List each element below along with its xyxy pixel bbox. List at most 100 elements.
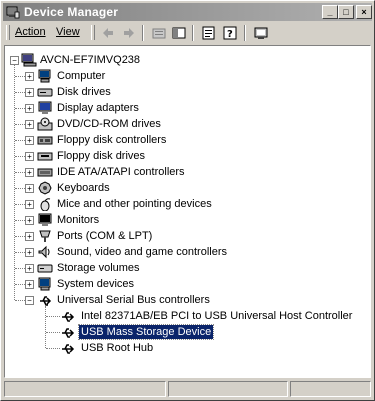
tree-category-label: Mice and other pointing devices — [57, 198, 212, 210]
tree-connector — [46, 316, 60, 317]
floppy-icon — [37, 152, 53, 161]
usb-device-icon — [62, 328, 75, 338]
device-manager-icon — [6, 6, 20, 19]
tree-category-item[interactable]: + System devices — [5, 276, 365, 292]
expander-button[interactable]: + — [25, 232, 34, 241]
toolbar-separator — [192, 25, 194, 41]
computer-icon — [38, 69, 51, 83]
tree-connector — [46, 332, 60, 333]
tree-category-item[interactable]: + Ports (COM & LPT) — [5, 228, 365, 244]
tree-category-item[interactable]: + Computer — [5, 68, 365, 84]
tree-category-label: Disk drives — [57, 86, 111, 98]
tree-category-item[interactable]: + Display adapters — [5, 100, 365, 116]
tree-category-item[interactable]: + Disk drives — [5, 84, 365, 100]
expander-button[interactable]: + — [25, 248, 34, 257]
close-button[interactable]: × — [356, 5, 372, 19]
tree-category-label: Floppy disk drives — [57, 150, 146, 162]
tree-category-item[interactable]: + IDE ATA/ATAPI controllers — [5, 164, 365, 180]
show-hide-tree-icon[interactable] — [171, 25, 187, 41]
usb-device-icon — [62, 344, 75, 354]
root-computer-icon — [21, 53, 37, 67]
tree-category-item[interactable]: + DVD/CD-ROM drives — [5, 116, 365, 132]
menu-action[interactable]: Action — [15, 26, 46, 38]
tree-category-label: Storage volumes — [57, 262, 140, 274]
expander-button[interactable]: + — [25, 200, 34, 209]
expander-button[interactable]: + — [25, 104, 34, 113]
tree-category-label: IDE ATA/ATAPI controllers — [57, 166, 185, 178]
mouse-icon — [40, 198, 51, 211]
expander-button[interactable]: − — [25, 296, 34, 305]
usb-icon — [40, 296, 52, 306]
tree-category-label: Floppy disk controllers — [57, 134, 167, 146]
tree-root-label: AVCN-EF7IMVQ238 — [40, 54, 141, 66]
display-adapter-icon — [38, 101, 52, 114]
cdrom-icon — [37, 117, 53, 131]
tree-category-label: Keyboards — [57, 182, 110, 194]
tree-category-label: System devices — [57, 278, 135, 290]
tree-category-item[interactable]: + Floppy disk drives — [5, 148, 365, 164]
tree-category-label: Sound, video and game controllers — [57, 246, 227, 258]
tree-category-item[interactable]: + Monitors — [5, 212, 365, 228]
maximize-button[interactable]: □ — [338, 5, 354, 19]
minimize-button[interactable]: _ — [322, 5, 338, 19]
status-bar — [4, 381, 371, 397]
scan-hardware-icon[interactable] — [253, 25, 269, 41]
forward-icon[interactable] — [121, 25, 137, 41]
help-icon[interactable]: ? — [222, 25, 238, 41]
usb-device-label: USB Root Hub — [81, 342, 154, 354]
tree-category-label: DVD/CD-ROM drives — [57, 118, 161, 130]
usb-device-item[interactable]: USB Mass Storage Device — [5, 324, 365, 340]
expander-button[interactable]: + — [25, 152, 34, 161]
expander-button[interactable]: + — [25, 88, 34, 97]
expander-button[interactable]: + — [25, 120, 34, 129]
window-title: Device Manager — [24, 5, 119, 19]
usb-device-label: USB Mass Storage Device — [77, 324, 215, 340]
back-icon[interactable] — [100, 25, 116, 41]
expander-button[interactable]: + — [25, 264, 34, 273]
menu-toolbar: Action View ? — [4, 23, 371, 43]
expander-button[interactable]: + — [25, 184, 34, 193]
expander-button[interactable]: + — [25, 168, 34, 177]
keyboard-icon — [38, 181, 52, 195]
toolbar-separator — [244, 25, 246, 41]
system-icon — [38, 277, 51, 291]
tree-category-item[interactable]: + Keyboards — [5, 180, 365, 196]
tree-connector — [46, 348, 60, 349]
tree-category-label: Display adapters — [57, 102, 139, 114]
status-panel — [290, 381, 371, 397]
status-panel — [4, 381, 166, 397]
menu-grip[interactable] — [6, 25, 10, 40]
tree-category-item[interactable]: + Mice and other pointing devices — [5, 196, 365, 212]
tree-category-label: Ports (COM & LPT) — [57, 230, 153, 242]
tree-category-item[interactable]: + Floppy disk controllers — [5, 132, 365, 148]
controller-icon — [37, 136, 53, 145]
menu-view[interactable]: View — [56, 26, 80, 38]
device-tree[interactable]: − AVCN-EF7IMVQ238 + Computer + Disk drives + Di… — [4, 45, 371, 378]
usb-device-label: Intel 82371AB/EB PCI to USB Universal Ho… — [81, 310, 353, 322]
tree-category-item[interactable]: − Universal Serial Bus controllers — [5, 292, 365, 308]
usb-device-item[interactable]: USB Root Hub — [5, 340, 365, 356]
tree-category-label: Universal Serial Bus controllers — [57, 294, 210, 306]
svg-text:?: ? — [227, 29, 233, 40]
ide-icon — [37, 168, 53, 177]
properties-icon[interactable] — [201, 25, 217, 41]
title-bar[interactable]: Device Manager _ □ × — [3, 3, 372, 21]
expander-button[interactable]: + — [25, 216, 34, 225]
device-manager-window: Device Manager _ □ × Action View ? − AVC… — [0, 0, 375, 401]
toolbar-grip[interactable] — [91, 25, 95, 40]
monitor-icon — [38, 213, 52, 226]
tree-category-item[interactable]: + Sound, video and game controllers — [5, 244, 365, 260]
up-folder-icon[interactable] — [151, 25, 167, 41]
expander-button[interactable]: + — [25, 72, 34, 81]
usb-device-icon — [62, 312, 75, 322]
tree-category-item[interactable]: + Storage volumes — [5, 260, 365, 276]
tree-category-label: Computer — [57, 70, 106, 82]
sound-icon — [38, 245, 50, 259]
expander-button[interactable]: + — [25, 136, 34, 145]
expander-button[interactable]: + — [25, 280, 34, 289]
usb-device-item[interactable]: Intel 82371AB/EB PCI to USB Universal Ho… — [5, 308, 365, 324]
storage-icon — [37, 264, 53, 273]
toolbar-separator — [142, 25, 144, 41]
port-icon — [39, 230, 51, 242]
tree-root[interactable]: − AVCN-EF7IMVQ238 — [5, 52, 365, 68]
